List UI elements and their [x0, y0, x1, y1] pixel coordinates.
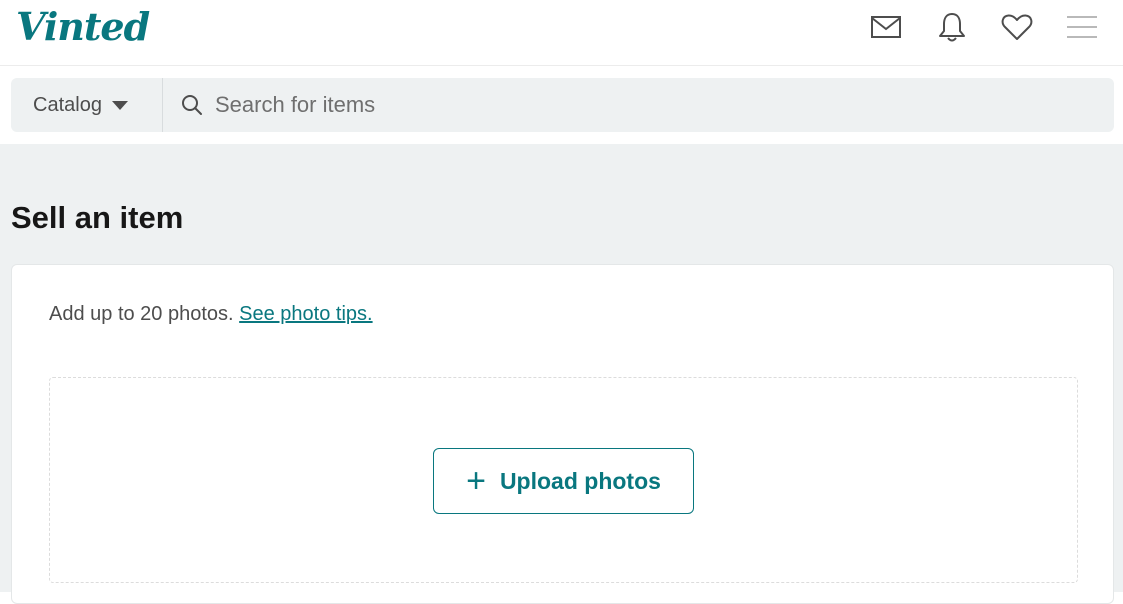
- catalog-dropdown[interactable]: Catalog: [11, 78, 163, 132]
- photo-hint-text: Add up to 20 photos.: [49, 303, 234, 325]
- photo-hint: Add up to 20 photos. See photo tips.: [49, 303, 373, 326]
- upload-photos-label: Upload photos: [499, 467, 661, 494]
- search-bar: Catalog: [11, 78, 1114, 132]
- search-input[interactable]: [215, 85, 1114, 125]
- search-icon: [182, 95, 202, 115]
- plus-icon: +: [466, 462, 486, 500]
- main-content: Sell an item Add up to 20 photos. See ph…: [0, 144, 1123, 604]
- catalog-label: Catalog: [33, 93, 102, 116]
- search-field: [163, 78, 1114, 132]
- page-title: Sell an item: [11, 200, 184, 235]
- photo-upload-card: Add up to 20 photos. See photo tips. + U…: [11, 264, 1114, 604]
- photo-dropzone[interactable]: + Upload photos: [49, 377, 1078, 583]
- heart-icon[interactable]: [1000, 10, 1034, 44]
- caret-down-icon: [111, 100, 128, 110]
- photo-tips-link[interactable]: See photo tips.: [239, 303, 372, 325]
- upload-photos-button[interactable]: + Upload photos: [433, 448, 694, 514]
- vinted-logo[interactable]: Vinted: [16, 4, 150, 49]
- search-row: Catalog: [0, 66, 1123, 144]
- bell-icon[interactable]: [935, 10, 969, 44]
- top-header: Vinted: [0, 0, 1123, 66]
- menu-icon[interactable]: [1065, 10, 1099, 44]
- mail-icon[interactable]: [869, 10, 903, 44]
